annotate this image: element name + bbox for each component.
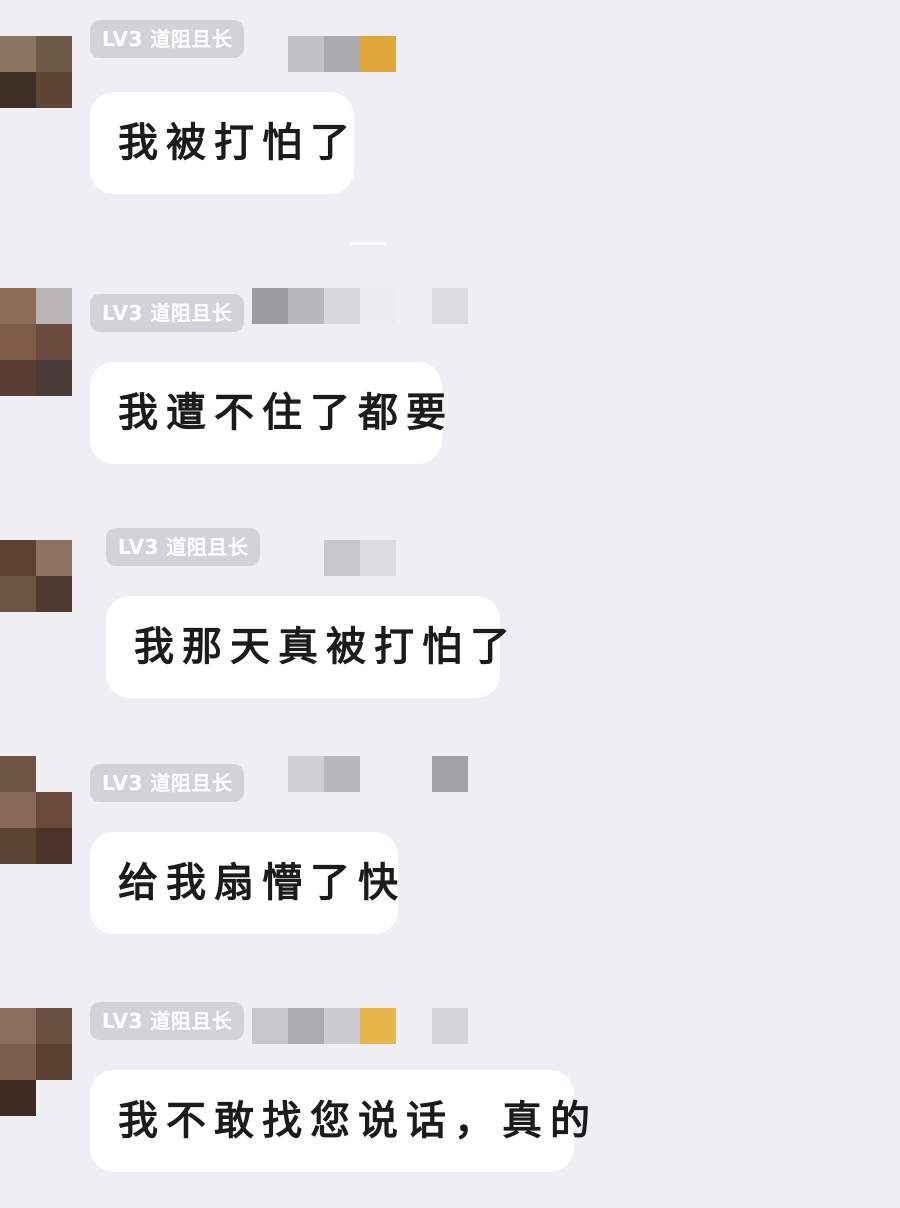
avatar-pixel (36, 288, 72, 324)
avatar-pixel (36, 756, 72, 792)
member-level-badge: LV3 道阻且长 (90, 764, 245, 802)
mosaic-pixel (396, 288, 432, 324)
message-bubble[interactable]: 我被打怕了 (90, 92, 354, 194)
avatar-pixel (0, 288, 36, 324)
level-label: LV3 (102, 301, 143, 325)
avatar-pixel (36, 324, 72, 360)
level-label: LV3 (102, 771, 143, 795)
avatar-pixel (0, 72, 36, 108)
mosaic-pixel (324, 540, 360, 576)
avatar-pixel (36, 1080, 72, 1116)
mosaic-pixel (324, 756, 360, 792)
member-title: 道阻且长 (150, 301, 233, 325)
mosaic-pixel (288, 36, 324, 72)
avatar-pixel (36, 72, 72, 108)
member-title: 道阻且长 (150, 27, 233, 51)
member-level-badge: LV3 道阻且长 (90, 1002, 245, 1040)
member-level-badge: LV3 道阻且长 (90, 20, 245, 58)
mosaic-pixel (360, 540, 396, 576)
divider (350, 242, 386, 245)
avatar-pixel (36, 828, 72, 864)
chat-thread: LV3 道阻且长 我被打怕了 LV3 道阻且长 我遭不住了都要 LV3 道阻且长… (0, 0, 900, 1200)
username-redacted (324, 540, 396, 576)
message-bubble[interactable]: 给我扇懵了快 (90, 832, 398, 934)
mosaic-pixel (324, 1008, 360, 1044)
avatar-pixel (0, 576, 36, 612)
mosaic-pixel (432, 756, 468, 792)
level-label: LV3 (102, 1009, 143, 1033)
mosaic-pixel (288, 288, 324, 324)
username-redacted (252, 288, 468, 324)
avatar-pixel (36, 36, 72, 72)
mosaic-pixel (360, 288, 396, 324)
member-title: 道阻且长 (150, 771, 233, 795)
message-bubble[interactable]: 我那天真被打怕了 (106, 596, 510, 698)
avatar-pixel (0, 792, 36, 828)
mosaic-pixel (432, 288, 468, 324)
avatar-pixel (36, 1008, 72, 1044)
chat-message: LV3 道阻且长 我那天真被打怕了 (0, 528, 900, 740)
avatar-pixel (0, 756, 36, 792)
mosaic-pixel (360, 36, 396, 72)
mosaic-pixel (288, 1008, 324, 1044)
avatar[interactable] (0, 36, 72, 144)
username-redacted (288, 36, 396, 72)
mosaic-pixel (360, 756, 396, 792)
member-title: 道阻且长 (150, 1009, 233, 1033)
avatar[interactable] (0, 288, 72, 396)
avatar-pixel (0, 1044, 36, 1080)
chat-message: LV3 道阻且长 我不敢找您说话，真的 (0, 1002, 900, 1208)
username-redacted (288, 756, 468, 792)
level-label: LV3 (118, 535, 159, 559)
avatar-pixel (0, 360, 36, 396)
mosaic-pixel (324, 288, 360, 324)
avatar-pixel (0, 36, 36, 72)
member-level-badge: LV3 道阻且长 (90, 294, 245, 332)
avatar[interactable] (0, 756, 72, 864)
avatar-pixel (36, 540, 72, 576)
username-redacted (252, 1008, 468, 1044)
message-bubble[interactable]: 我不敢找您说话，真的 (90, 1070, 590, 1172)
mosaic-pixel (288, 756, 324, 792)
mosaic-pixel (324, 36, 360, 72)
message-bubble[interactable]: 我遭不住了都要 (90, 362, 446, 464)
avatar-pixel (0, 324, 36, 360)
avatar-pixel (0, 1080, 36, 1116)
mosaic-pixel (396, 1008, 432, 1044)
avatar-pixel (36, 576, 72, 612)
mosaic-pixel (360, 1008, 396, 1044)
avatar-pixel (36, 360, 72, 396)
chat-message: LV3 道阻且长 我被打怕了 (0, 20, 900, 236)
level-label: LV3 (102, 27, 143, 51)
member-level-badge: LV3 道阻且长 (106, 528, 261, 566)
mosaic-pixel (252, 288, 288, 324)
chat-message: LV3 道阻且长 给我扇懵了快 (0, 756, 900, 956)
mosaic-pixel (396, 756, 432, 792)
mosaic-pixel (432, 1008, 468, 1044)
chat-message: LV3 道阻且长 我遭不住了都要 (0, 288, 900, 488)
avatar[interactable] (0, 1008, 72, 1116)
avatar[interactable] (0, 540, 72, 648)
avatar-pixel (36, 792, 72, 828)
member-title: 道阻且长 (166, 535, 249, 559)
avatar-pixel (0, 1008, 36, 1044)
avatar-pixel (36, 1044, 72, 1080)
avatar-pixel (0, 828, 36, 864)
mosaic-pixel (252, 1008, 288, 1044)
avatar-pixel (0, 540, 36, 576)
